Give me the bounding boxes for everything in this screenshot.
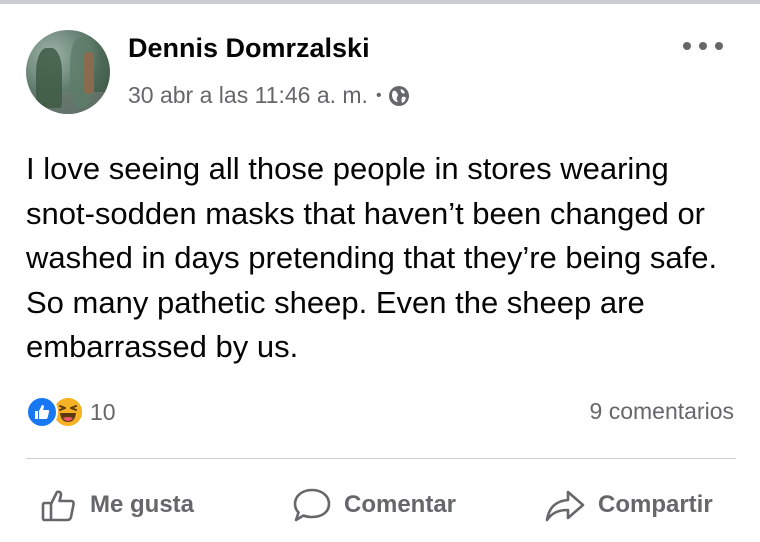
- like-label: Me gusta: [90, 491, 195, 518]
- divider: [26, 458, 736, 459]
- avatar[interactable]: [26, 30, 110, 114]
- globe-icon[interactable]: [388, 85, 410, 107]
- like-button[interactable]: Me gusta: [40, 470, 194, 540]
- comment-label: Comentar: [344, 491, 457, 518]
- like-icon: [26, 396, 58, 428]
- action-bar: Me gusta Comentar Compartir: [0, 470, 760, 540]
- share-arrow-icon: [545, 490, 585, 522]
- share-label: Compartir: [598, 491, 713, 518]
- reactions-summary[interactable]: 10: [26, 396, 116, 428]
- author-name[interactable]: Dennis Domrzalski: [128, 33, 370, 64]
- top-border: [0, 0, 760, 4]
- reaction-count: 10: [90, 398, 116, 425]
- thumbs-up-icon: [41, 490, 75, 522]
- meta-separator: •: [375, 86, 382, 104]
- more-options-icon[interactable]: [683, 36, 723, 56]
- post-timestamp[interactable]: 30 abr a las 11:46 a. m.: [128, 82, 368, 109]
- comment-bubble-icon: [293, 488, 331, 522]
- post-meta: 30 abr a las 11:46 a. m. •: [128, 82, 410, 109]
- comment-button[interactable]: Comentar: [292, 470, 456, 540]
- post-text: I love seeing all those people in stores…: [26, 151, 718, 364]
- comments-count-link[interactable]: 9 comentarios: [590, 398, 734, 425]
- share-button[interactable]: Compartir: [544, 470, 713, 540]
